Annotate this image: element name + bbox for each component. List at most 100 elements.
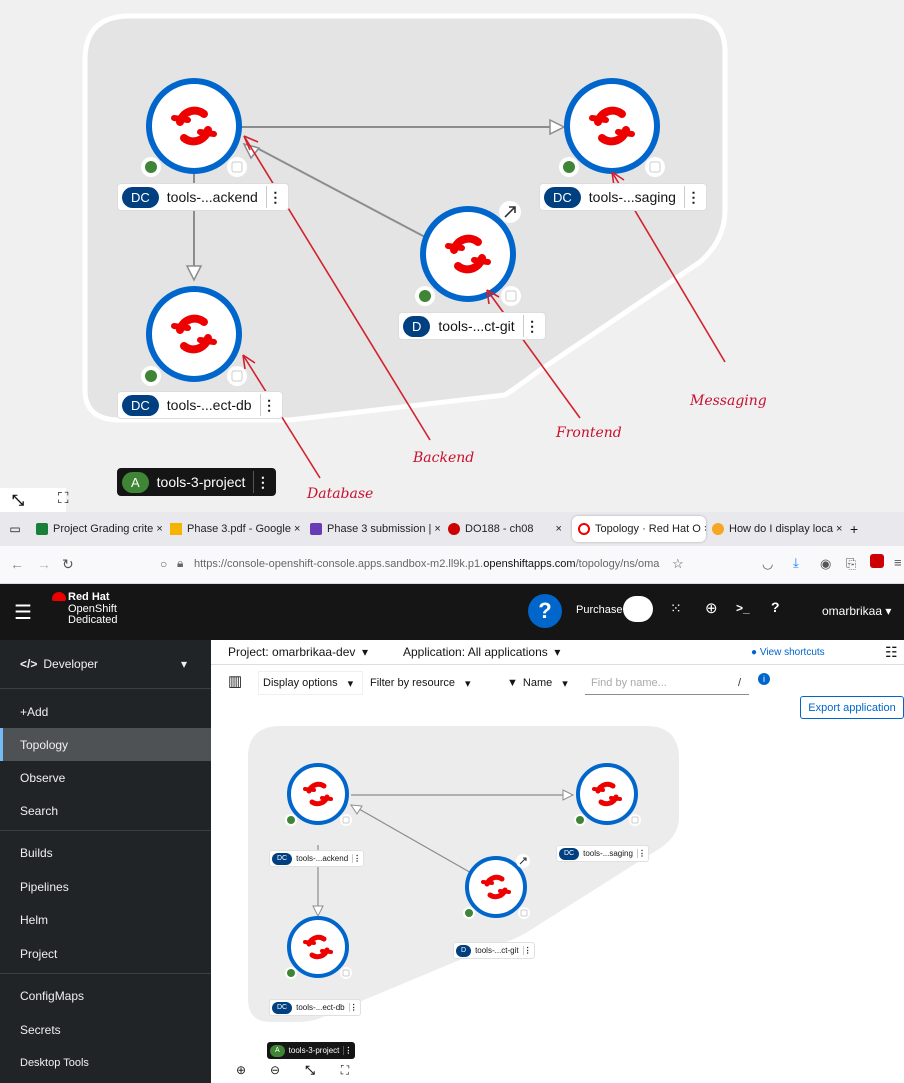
- tab-label: Topology · Red Hat O ×: [595, 523, 706, 535]
- tab-phase3-pdf[interactable]: Phase 3.pdf - Google ×: [164, 516, 304, 542]
- fit-icon[interactable]: ⤡: [12, 492, 24, 509]
- sidebar: </> Developer ▾ +Add Topology Observe Se…: [0, 640, 211, 1083]
- zoomed-label-messaging: DC tools-...saging ⋮: [539, 183, 707, 211]
- url-field[interactable]: https://console-openshift-console.apps.s…: [194, 558, 664, 570]
- application-selector[interactable]: Application: All applications ▾: [403, 645, 560, 659]
- bookmark-star-icon[interactable]: ☆: [672, 556, 684, 572]
- perspective-label: Developer: [43, 657, 99, 671]
- reset-view-icon[interactable]: ⛶: [58, 490, 69, 507]
- reload-icon[interactable]: ↻: [62, 556, 74, 573]
- caret-down-icon: ▾: [547, 645, 561, 659]
- hamburger-icon[interactable]: ☰: [14, 600, 32, 625]
- add-icon[interactable]: ⊕: [705, 599, 718, 617]
- zoom-out-icon[interactable]: ⊖: [262, 1057, 288, 1083]
- browser-window: ▭ Project Grading crite × Phase 3.pdf - …: [0, 512, 904, 1083]
- help-icon[interactable]: ?: [528, 594, 562, 628]
- divider: [0, 973, 211, 974]
- view-shortcuts-label: View shortcuts: [759, 647, 825, 658]
- user-menu[interactable]: omarbrikaa ▾: [822, 604, 891, 618]
- menu-icon[interactable]: ≡: [894, 555, 902, 570]
- sidebar-item-configmaps[interactable]: ConfigMaps: [0, 979, 211, 1012]
- account-icon[interactable]: ◉: [820, 556, 831, 572]
- topology-canvas[interactable]: DC tools-...ackend ⋮ DC tools-...saging …: [211, 722, 904, 1083]
- zoomed-node-db[interactable]: [141, 286, 247, 386]
- tab-list-icon[interactable]: ▭: [0, 522, 30, 536]
- zoomed-label-backend: DC tools-...ackend ⋮: [117, 183, 289, 211]
- kebab-icon[interactable]: ⋮: [522, 946, 532, 955]
- zoomed-app-group-label[interactable]: A tools-3-project ⋮: [117, 468, 277, 496]
- close-tab-icon[interactable]: ×: [555, 523, 561, 535]
- tab-phase3-submission[interactable]: Phase 3 submission | ×: [304, 516, 442, 542]
- caret-down-icon: ▾: [180, 657, 187, 671]
- fit-to-screen-icon[interactable]: ⤡: [297, 1057, 323, 1083]
- download-icon[interactable]: ⤓: [793, 555, 799, 571]
- topology-toolbar: Project: omarbrikaa-dev ▾ Application: A…: [211, 640, 904, 722]
- drive-icon: [170, 523, 182, 535]
- project-selector[interactable]: Project: omarbrikaa-dev ▾: [228, 645, 368, 659]
- kind-badge: A: [122, 471, 149, 493]
- zoom-in-icon[interactable]: ⊕: [228, 1057, 254, 1083]
- sidebar-item-observe[interactable]: Observe: [0, 761, 211, 794]
- kebab-icon[interactable]: ⋮: [259, 394, 278, 416]
- sidebar-item-topology[interactable]: Topology: [0, 728, 211, 761]
- tab-how-do-i[interactable]: How do I display loca ×: [706, 516, 842, 542]
- sidebar-item-pipelines[interactable]: Pipelines: [0, 870, 211, 903]
- kebab-icon[interactable]: ⋮: [683, 186, 702, 208]
- kebab-icon[interactable]: ⋮: [348, 1003, 358, 1012]
- perspective-switcher[interactable]: </> Developer ▾: [0, 640, 211, 688]
- tab-grading[interactable]: Project Grading crite ×: [30, 516, 164, 542]
- kebab-icon[interactable]: ⋮: [343, 1046, 352, 1055]
- kebab-icon[interactable]: ⋮: [265, 186, 284, 208]
- kebab-icon[interactable]: ⋮: [522, 315, 541, 337]
- purchase-link[interactable]: Purchase: [576, 604, 622, 616]
- info-icon[interactable]: i: [758, 673, 770, 685]
- sidebar-item-add[interactable]: +Add: [0, 695, 211, 728]
- node-name: tools-...ect-db: [166, 397, 252, 413]
- app-name: tools-3-project: [288, 1046, 340, 1055]
- kebab-icon[interactable]: ⋮: [352, 854, 361, 863]
- sidebar-item-secrets[interactable]: Secrets: [0, 1013, 211, 1046]
- shield-icon[interactable]: ○: [160, 557, 167, 571]
- user-name: omarbrikaa: [822, 604, 883, 618]
- node-name: tools-...ackend: [166, 189, 258, 205]
- annotation-database: Database: [307, 486, 374, 502]
- display-options-dropdown[interactable]: Display options ▾: [258, 671, 363, 695]
- node-name: tools-...saging: [583, 849, 633, 858]
- sidebar-item-helm[interactable]: Helm: [0, 903, 211, 936]
- find-by-name-input[interactable]: Find by name... /: [585, 671, 749, 695]
- tab-topology[interactable]: Topology · Red Hat O ×: [572, 516, 706, 542]
- pocket-icon[interactable]: ◡: [762, 556, 773, 572]
- list-view-icon[interactable]: ☷: [885, 644, 898, 661]
- node-name: tools-...ct-git: [475, 946, 519, 955]
- catalog-icon[interactable]: ▥: [228, 672, 242, 690]
- help-menu-icon[interactable]: ?: [771, 599, 780, 615]
- kebab-icon[interactable]: ⋮: [253, 471, 271, 493]
- sidebar-item-project[interactable]: Project: [0, 937, 211, 970]
- name-filter-dropdown[interactable]: ▼ Name ▾: [501, 671, 581, 695]
- view-shortcuts-link[interactable]: ● View shortcuts: [751, 647, 825, 658]
- project-label: Project: omarbrikaa-dev: [228, 645, 356, 659]
- redhat-icon: [448, 523, 460, 535]
- caret-down-icon: ▾: [562, 677, 568, 690]
- export-application-button[interactable]: Export application: [800, 696, 904, 719]
- reset-view-icon[interactable]: ⛶: [332, 1057, 358, 1083]
- app-launcher-icon[interactable]: ⁙: [670, 600, 682, 617]
- sidebar-item-desktop-tools[interactable]: Desktop Tools: [0, 1046, 211, 1079]
- sidebar-item-builds[interactable]: Builds: [0, 836, 211, 869]
- extensions-icon[interactable]: ⎘: [846, 556, 856, 572]
- back-icon[interactable]: ←: [10, 556, 24, 572]
- chat-icon[interactable]: [623, 596, 653, 622]
- kind-badge: A: [270, 1044, 285, 1057]
- new-tab-button[interactable]: +: [850, 521, 858, 537]
- tab-do188[interactable]: DO188 - ch08 ×: [442, 516, 572, 542]
- forward-icon[interactable]: →: [37, 556, 51, 572]
- zoomed-label-frontend: D tools-...ct-git ⋮: [398, 312, 546, 340]
- ublock-icon[interactable]: [870, 554, 884, 568]
- lock-icon[interactable]: 🔒︎: [177, 556, 183, 571]
- filter-by-resource-dropdown[interactable]: Filter by resource ▾: [368, 671, 488, 695]
- kind-badge: DC: [559, 847, 580, 860]
- terminal-icon[interactable]: >_: [736, 601, 750, 615]
- masthead: ☰ Red Hat OpenShift Dedicated ? Purchase…: [0, 584, 904, 640]
- sidebar-item-search[interactable]: Search: [0, 794, 211, 827]
- kebab-icon[interactable]: ⋮: [636, 849, 646, 858]
